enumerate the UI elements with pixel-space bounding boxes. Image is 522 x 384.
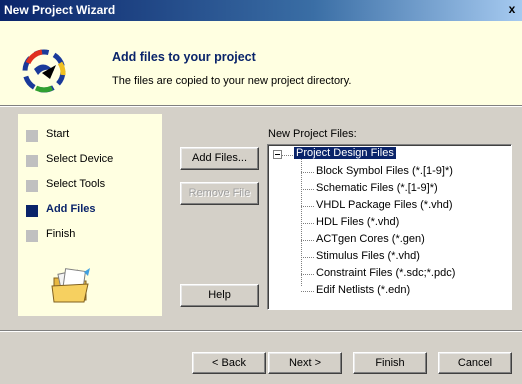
tree-item-label: Edif Netlists (*.edn) [316, 284, 411, 296]
tree-item-label: Schematic Files (*.[1-9]*) [316, 182, 438, 194]
page-subtitle: The files are copied to your new project… [112, 75, 352, 87]
step-label: Select Device [46, 153, 114, 165]
tree-connector [301, 223, 314, 224]
file-list-label: New Project Files: [268, 128, 357, 140]
footer-divider [0, 330, 522, 332]
open-folder-icon [51, 268, 90, 303]
tree-item-label: ACTgen Cores (*.gen) [316, 233, 425, 245]
page-title: Add files to your project [112, 50, 256, 64]
tree-connector [301, 240, 314, 241]
tree-item-label: Stimulus Files (*.vhd) [316, 250, 420, 262]
tree-connector [301, 172, 314, 173]
tree-root-item[interactable]: Project Design Files [294, 147, 396, 159]
wizard-logo-icon [22, 49, 66, 93]
project-files-tree[interactable]: Project Design Files Block Symbol Files … [267, 144, 512, 310]
finish-button[interactable]: Finish [353, 352, 427, 374]
title-bar: New Project Wizard x [0, 0, 522, 21]
help-button[interactable]: Help [180, 284, 259, 307]
tree-connector [281, 155, 293, 156]
tree-connector [301, 206, 314, 207]
step-marker [26, 130, 38, 142]
cancel-button[interactable]: Cancel [438, 352, 512, 374]
tree-item-label: Block Symbol Files (*.[1-9]*) [316, 165, 453, 177]
header-divider [0, 105, 522, 107]
step-marker [26, 205, 38, 217]
tree-item-label: HDL Files (*.vhd) [316, 216, 400, 228]
step-marker [26, 155, 38, 167]
step-label: Add Files [46, 203, 96, 215]
tree-item-label: VHDL Package Files (*.vhd) [316, 199, 453, 211]
back-button[interactable]: < Back [192, 352, 266, 374]
step-label: Select Tools [46, 178, 106, 190]
tree-connector [301, 189, 314, 190]
wizard-header: Add files to your project The files are … [0, 21, 522, 105]
window-title: New Project Wizard [4, 3, 116, 17]
tree-connector [301, 291, 314, 292]
step-marker [26, 230, 38, 242]
step-label: Finish [46, 228, 76, 240]
tree-item-label: Constraint Files (*.sdc;*.pdc) [316, 267, 456, 279]
step-label: Start [46, 128, 70, 140]
tree-connector [301, 274, 314, 275]
next-button[interactable]: Next > [268, 352, 342, 374]
tree-connector [301, 257, 314, 258]
close-icon[interactable]: x [504, 2, 520, 16]
add-files-button[interactable]: Add Files... [180, 147, 259, 170]
step-marker [26, 180, 38, 192]
remove-file-button[interactable]: Remove File [180, 182, 259, 205]
